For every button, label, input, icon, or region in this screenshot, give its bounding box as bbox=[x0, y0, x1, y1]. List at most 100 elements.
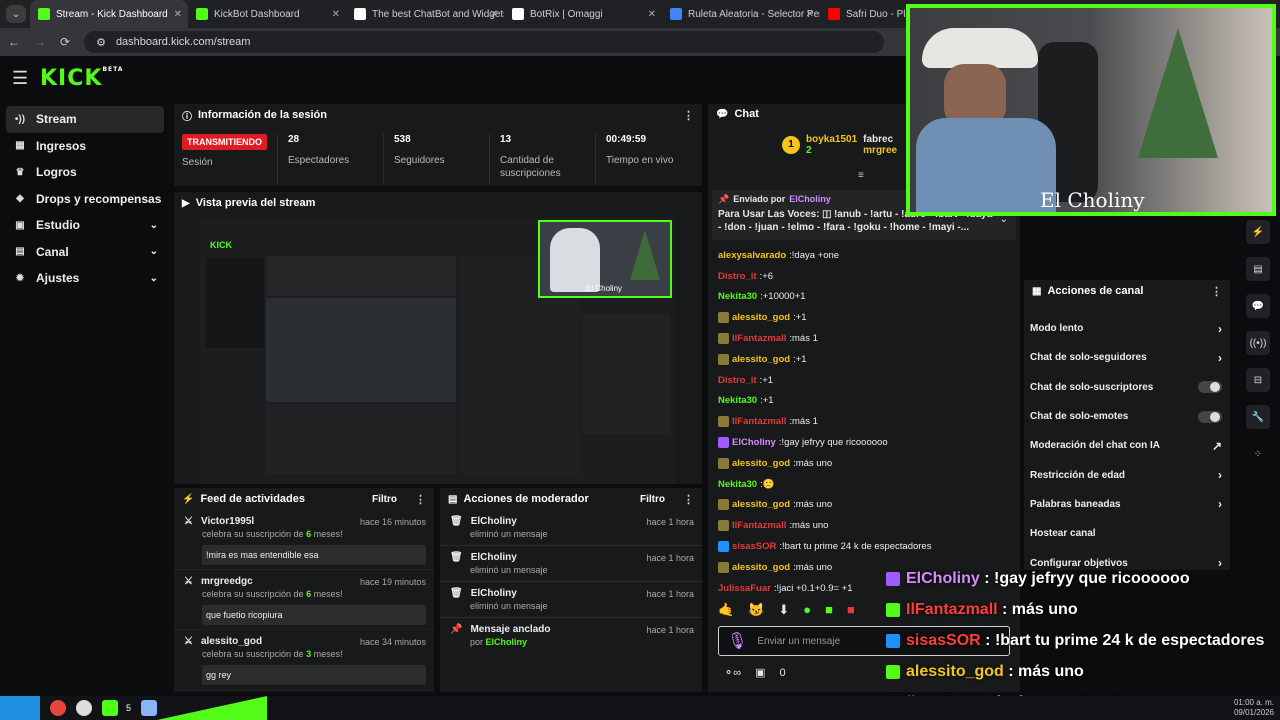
channel-action-item[interactable]: Modo lento › bbox=[1024, 314, 1230, 343]
chat-username[interactable]: Nekita30 bbox=[718, 395, 757, 406]
sidebar-item-drops[interactable]: ◆ Drops y recompensas bbox=[6, 186, 164, 213]
chat-rail-icon[interactable]: 💬 bbox=[1246, 294, 1270, 318]
chat-username[interactable]: JulissaFuar bbox=[718, 583, 771, 594]
sidebar-item-logros[interactable]: ♛ Logros bbox=[6, 159, 164, 186]
stream-preview-video[interactable]: KICK El Choliny bbox=[200, 218, 676, 484]
chat-message[interactable]: sisasSOR: !bart tu prime 24 k de especta… bbox=[708, 536, 1020, 557]
leaderboard-user-3[interactable]: mrgree bbox=[863, 145, 897, 156]
menu-icon[interactable]: ☰ bbox=[12, 68, 32, 89]
mod-action-row[interactable]: 🗑 ElCholiny hace 1 hora eliminó un mensaje bbox=[440, 582, 702, 618]
feed-user[interactable]: alessito_god bbox=[201, 636, 262, 647]
broadcast-icon[interactable]: ((•)) bbox=[1246, 331, 1270, 355]
sidebar-item-stream[interactable]: •)) Stream bbox=[6, 106, 164, 133]
pinned-message-row[interactable]: 📌 Mensaje anclado hace 1 hora por ElCholin… bbox=[440, 618, 702, 653]
browser-tab[interactable]: Stream - Kick Dashboard ✕ bbox=[30, 0, 188, 28]
tab-close-icon[interactable]: ✕ bbox=[174, 9, 182, 20]
toggle-switch[interactable] bbox=[1198, 410, 1222, 423]
chat-message[interactable]: IlFantazmall: más 1 bbox=[708, 411, 1020, 432]
chevron-right-icon[interactable]: › bbox=[1218, 468, 1222, 482]
emote-green-icon[interactable]: ● bbox=[803, 602, 811, 618]
chat-username[interactable]: sisasSOR bbox=[732, 541, 776, 552]
browser-tab[interactable]: BotRix | Omaggi ✕ bbox=[504, 0, 662, 28]
chat-username[interactable]: alessito_god bbox=[732, 562, 790, 573]
sidebar-item-ajustes[interactable]: ✹ Ajustes ⌄ bbox=[6, 265, 164, 292]
more-options-icon[interactable]: ⋮ bbox=[683, 109, 694, 122]
taskbar-clock[interactable]: 01:00 a. m. 09/01/2026 bbox=[1234, 698, 1274, 718]
mod-more-icon[interactable]: ⋮ bbox=[683, 493, 694, 506]
viewers-icon[interactable]: ⚬∞ bbox=[724, 666, 741, 679]
reload-icon[interactable]: ⟳ bbox=[60, 35, 70, 49]
emote-kick-icon[interactable]: ■ bbox=[825, 602, 833, 618]
kick-logo[interactable]: KICKBETA bbox=[40, 66, 123, 91]
chat-message[interactable]: Distro_it: +6 bbox=[708, 266, 1020, 287]
chevron-down-icon[interactable]: ⌄ bbox=[150, 273, 158, 284]
channel-action-item[interactable]: Palabras baneadas › bbox=[1024, 490, 1230, 519]
chat-username[interactable]: alessito_god bbox=[732, 354, 790, 365]
back-icon[interactable]: ← bbox=[8, 35, 20, 49]
chevron-right-icon[interactable]: › bbox=[1218, 497, 1222, 511]
chat-username[interactable]: alessito_god bbox=[732, 499, 790, 510]
emote-hand-icon[interactable]: 🤙 bbox=[718, 602, 734, 618]
emote-arrow-icon[interactable]: ⬇ bbox=[778, 602, 789, 618]
feed-item[interactable]: ⚔ mrgreedgc hace 19 minutos celebra su susc… bbox=[174, 570, 434, 630]
forward-icon[interactable]: → bbox=[34, 35, 46, 49]
chevron-down-icon[interactable]: ⌄ bbox=[150, 246, 158, 257]
chat-username[interactable]: IlFantazmall bbox=[732, 520, 786, 531]
pinned-sender[interactable]: ElCholiny bbox=[789, 194, 831, 205]
external-link-icon[interactable]: ↗ bbox=[1212, 439, 1222, 453]
site-info-icon[interactable]: ⚙ bbox=[96, 36, 106, 49]
feed-item[interactable]: ⚔ alessito_god hace 34 minutos celebra su s… bbox=[174, 630, 434, 690]
tab-close-icon[interactable]: ✕ bbox=[490, 9, 498, 20]
browser-tab[interactable]: KickBot Dashboard ✕ bbox=[188, 0, 346, 28]
feed-user[interactable]: Victor1995l bbox=[201, 516, 254, 527]
chrome-icon[interactable] bbox=[50, 700, 66, 716]
emote-cat-icon[interactable]: 😼 bbox=[748, 602, 764, 618]
actions-more-icon[interactable]: ⋮ bbox=[1211, 285, 1222, 298]
url-field[interactable]: ⚙ dashboard.kick.com/stream bbox=[84, 31, 885, 53]
tab-search-button[interactable]: ⌄ bbox=[6, 5, 26, 23]
apps-icon[interactable]: ⁘ bbox=[1246, 442, 1270, 466]
chat-username[interactable]: Distro_it bbox=[718, 271, 757, 282]
chat-username[interactable]: Nekita30 bbox=[718, 291, 757, 302]
channel-action-item[interactable]: Chat de solo-suscriptores bbox=[1024, 373, 1230, 402]
chat-username[interactable]: Nekita30 bbox=[718, 479, 757, 490]
chat-message[interactable]: Nekita30: +1 bbox=[708, 391, 1020, 412]
chat-username[interactable]: IlFantazmall bbox=[732, 333, 786, 344]
channel-action-item[interactable]: Chat de solo-emotes bbox=[1024, 402, 1230, 431]
chevron-down-icon[interactable]: ⌄ bbox=[150, 220, 158, 231]
channel-action-item[interactable]: Hostear canal bbox=[1024, 519, 1230, 548]
chat-message[interactable]: Nekita30: +10000+1 bbox=[708, 287, 1020, 308]
chevron-right-icon[interactable]: › bbox=[1218, 351, 1222, 365]
chat-username[interactable]: alessito_god bbox=[732, 458, 790, 469]
chat-username[interactable]: alessito_god bbox=[732, 312, 790, 323]
sidebar-item-estudio[interactable]: ▣ Estudio ⌄ bbox=[6, 212, 164, 239]
chat-message[interactable]: alessito_god: +1 bbox=[708, 349, 1020, 370]
emote-red-icon[interactable]: ■ bbox=[847, 602, 855, 618]
chat-username[interactable]: ElCholiny bbox=[732, 437, 776, 448]
app-icon[interactable] bbox=[102, 700, 118, 716]
chat-message[interactable]: Nekita30: 🙂 bbox=[708, 474, 1020, 495]
chat-message[interactable]: ElCholiny: !gay jefryy que ricoooooo bbox=[708, 432, 1020, 453]
feed-item[interactable]: ⚔ Victor1995l hace 16 minutos celebra su su… bbox=[174, 510, 434, 570]
layout-icon[interactable]: ⊟ bbox=[1246, 368, 1270, 392]
browser-tab[interactable]: The best ChatBot and Widgets ✕ bbox=[346, 0, 504, 28]
notes-icon[interactable]: ▤ bbox=[1246, 257, 1270, 281]
channel-action-item[interactable]: Restricción de edad › bbox=[1024, 460, 1230, 489]
chat-message[interactable]: IlFantazmall: más 1 bbox=[708, 328, 1020, 349]
chat-expand-icon[interactable]: ≡ bbox=[858, 170, 864, 181]
sidebar-item-ingresos[interactable]: ▦ Ingresos bbox=[6, 133, 164, 160]
gift-box-icon[interactable]: ▣ bbox=[755, 666, 765, 679]
feed-user[interactable]: mrgreedgc bbox=[201, 576, 253, 587]
channel-action-item[interactable]: Chat de solo-seguidores › bbox=[1024, 343, 1230, 372]
tab-close-icon[interactable]: ✕ bbox=[648, 9, 656, 20]
chat-username[interactable]: Distro_it bbox=[718, 375, 757, 386]
pinned-by-user[interactable]: ElCholiny bbox=[486, 637, 528, 647]
quick-action-icon[interactable]: ⚡ bbox=[1246, 220, 1270, 244]
chat-message[interactable]: alessito_god: más uno bbox=[708, 495, 1020, 516]
obs-icon[interactable] bbox=[76, 700, 92, 716]
tab-close-icon[interactable]: ✕ bbox=[332, 9, 340, 20]
chevron-right-icon[interactable]: › bbox=[1218, 322, 1222, 336]
toggle-switch[interactable] bbox=[1198, 381, 1222, 394]
leaderboard-user[interactable]: boyka1501 bbox=[806, 134, 857, 145]
files-icon[interactable] bbox=[141, 700, 158, 716]
